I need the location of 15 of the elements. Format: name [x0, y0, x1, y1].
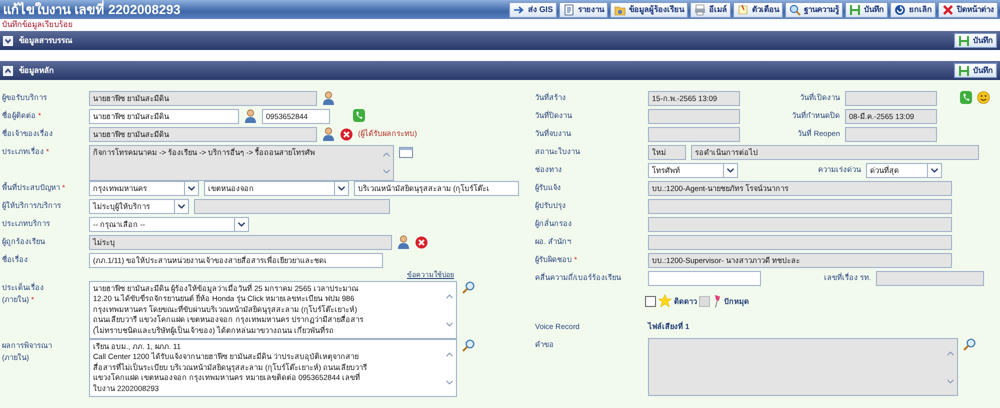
status-message: บันทึกข้อมูลเรียบร้อย: [1, 19, 74, 31]
toolbar-button[interactable]: รายงาน: [559, 2, 608, 18]
window-title: แก้ไขใบงาน เลขที่ 2202008293: [3, 0, 181, 18]
toolbar-button[interactable]: ฐานความรู้: [785, 2, 843, 18]
section-title: ข้อมูลสารบรรณ: [19, 34, 72, 46]
save-button[interactable]: บันทึก: [954, 63, 997, 78]
toolbar-button[interactable]: ข้อมูลผู้ร้องเรียน: [610, 2, 688, 18]
section-title: ข้อมูลหลัก: [19, 64, 54, 76]
toolbar-button[interactable]: ปิดหน้าต่าง: [938, 2, 998, 18]
toolbar-button[interactable]: ส่ง GIS: [508, 2, 557, 18]
toolbar-button[interactable]: อีเมล์: [690, 2, 731, 18]
toolbar-button[interactable]: บันทึก: [845, 2, 888, 18]
save-button[interactable]: บันทึก: [954, 33, 997, 48]
toolbar-button[interactable]: ยกเลิก: [890, 2, 936, 18]
toolbar-button[interactable]: ตัวเตือน: [733, 2, 783, 18]
